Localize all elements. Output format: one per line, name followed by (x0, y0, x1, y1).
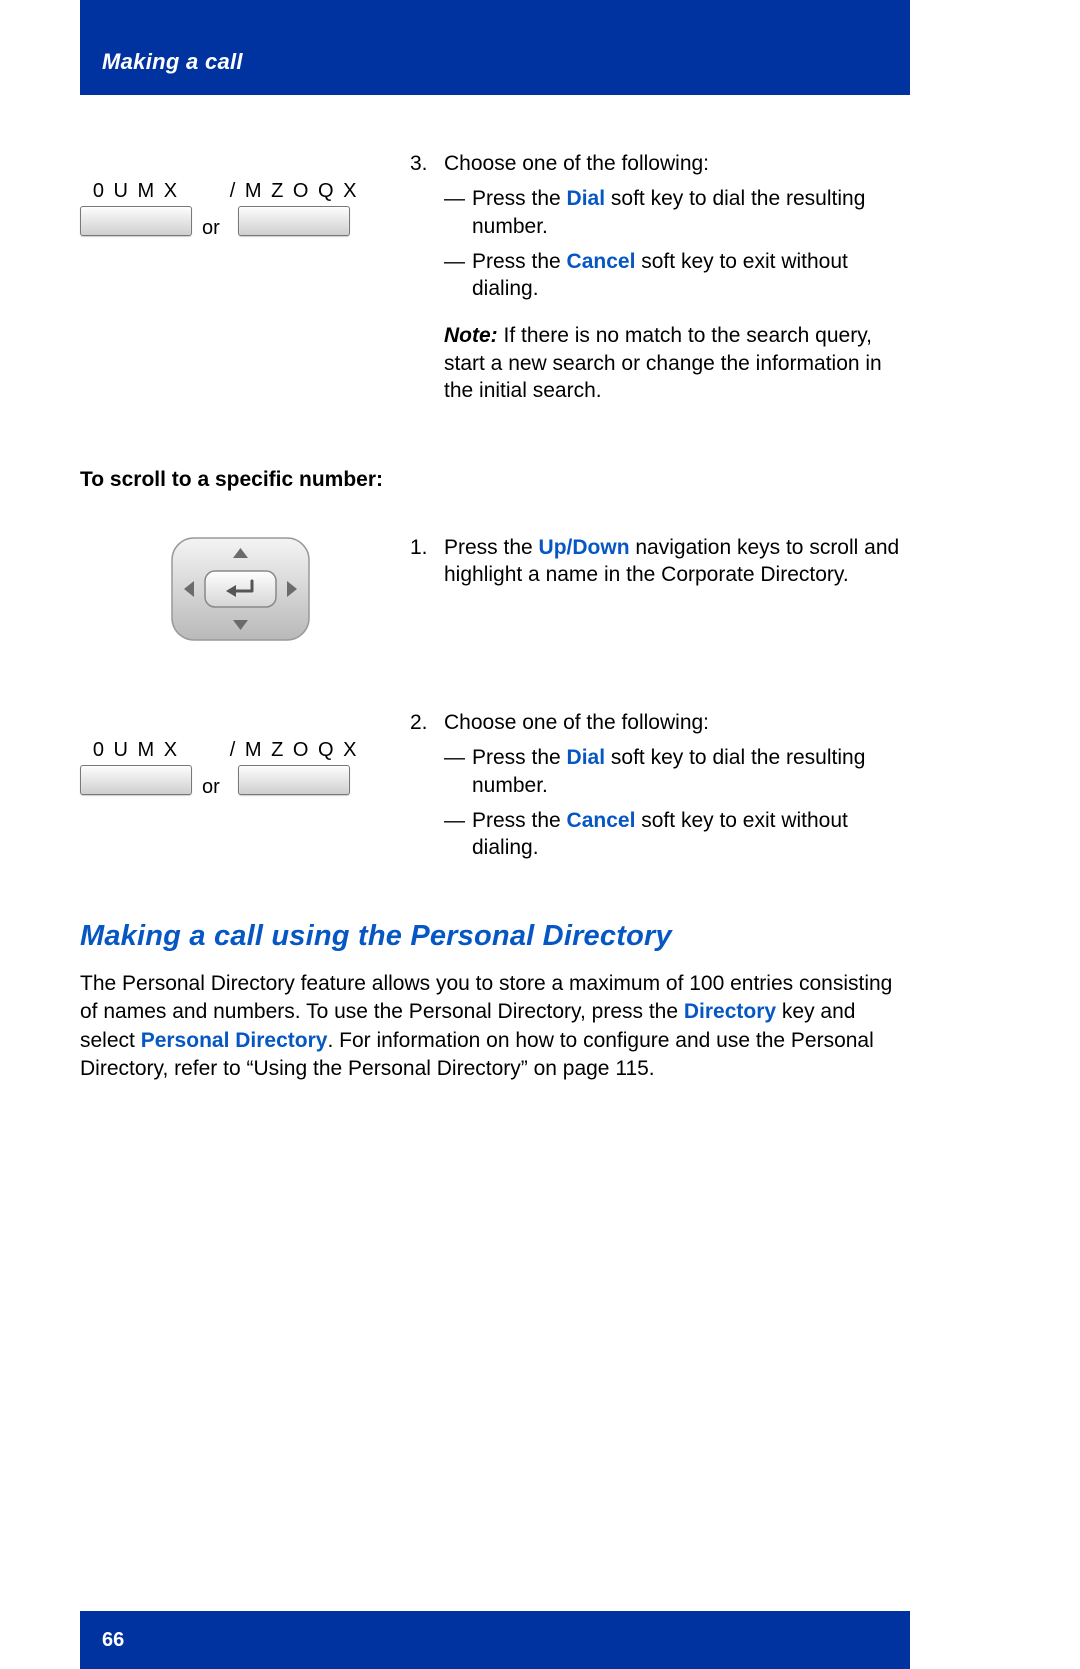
softkeys-illustration: 0 U M X or / M Z O Q X (80, 709, 410, 873)
text: Press the (472, 250, 567, 273)
step-3-row: 0 U M X or / M Z O Q X 3. Choose one of … (80, 150, 910, 416)
softkey-or: or (198, 215, 224, 243)
softkey-left-label: 0 U M X (80, 737, 192, 763)
step-number: 2. (410, 709, 444, 861)
softkey-or: or (198, 774, 224, 802)
text: Press the (444, 536, 539, 559)
personal-directory-term: Personal Directory (141, 1029, 328, 1052)
step-2-row: 0 U M X or / M Z O Q X 2. Choose one of … (80, 709, 910, 873)
sub-item: Press the Cancel soft key to exit withou… (472, 248, 900, 303)
text: Press the (472, 187, 567, 210)
step-1-text: 1. Press the Up/Down navigation keys to … (410, 534, 910, 651)
softkey-right-label: / M Z O Q X (230, 737, 359, 763)
softkey-right: / M Z O Q X (230, 737, 359, 802)
step-3-text: 3. Choose one of the following: — Press … (410, 150, 910, 416)
softkey-right-button-icon (238, 765, 350, 795)
softkey-left: 0 U M X (80, 178, 192, 243)
step-lead: Choose one of the following: (444, 150, 900, 177)
up-term: Up (539, 536, 567, 559)
sub-item: Press the Dial soft key to dial the resu… (472, 744, 900, 799)
directory-term: Directory (684, 1000, 776, 1023)
softkey-right-button-icon (238, 206, 350, 236)
softkey-left-label: 0 U M X (80, 178, 192, 204)
page-header-title: Making a call (102, 48, 243, 77)
cancel-term: Cancel (567, 250, 636, 273)
step-1-row: 1. Press the Up/Down navigation keys to … (80, 534, 910, 651)
header-bar: Making a call (80, 0, 910, 95)
softkeys-illustration: 0 U M X or / M Z O Q X (80, 150, 410, 416)
softkey-right: / M Z O Q X (230, 178, 359, 243)
step-number: 3. (410, 150, 444, 404)
step-number: 1. (410, 534, 444, 589)
step-lead: Choose one of the following: (444, 709, 900, 736)
softkey-right-label: / M Z O Q X (230, 178, 359, 204)
content-area: 0 U M X or / M Z O Q X 3. Choose one of … (80, 125, 910, 1084)
sub-item: Press the Cancel soft key to exit withou… (472, 807, 900, 862)
softkey-left-button-icon (80, 206, 192, 236)
down-term: Down (572, 536, 629, 559)
cancel-term: Cancel (567, 809, 636, 832)
dash: — (444, 248, 472, 303)
note: Note: If there is no match to the search… (444, 322, 900, 404)
navpad-icon (168, 534, 313, 651)
softkey-left-button-icon (80, 765, 192, 795)
sub-item: Press the Dial soft key to dial the resu… (472, 185, 900, 240)
page: Making a call 0 U M X or / M Z O Q X (0, 0, 1080, 1669)
dial-term: Dial (567, 187, 606, 210)
dial-term: Dial (567, 746, 606, 769)
section-label: To scroll to a specific number: (80, 466, 910, 493)
step-body: Press the Up/Down navigation keys to scr… (444, 534, 900, 589)
dash: — (444, 744, 472, 799)
footer-bar: 66 (80, 1611, 910, 1669)
softkey-left: 0 U M X (80, 737, 192, 802)
text: Press the (472, 746, 567, 769)
step-2-text: 2. Choose one of the following: — Press … (410, 709, 910, 873)
note-body: If there is no match to the search query… (444, 324, 882, 402)
page-number: 66 (102, 1627, 124, 1653)
text: Press the (472, 809, 567, 832)
dash: — (444, 185, 472, 240)
dash: — (444, 807, 472, 862)
navpad-illustration (80, 534, 410, 651)
note-lead: Note: (444, 324, 498, 347)
paragraph-personal-directory: The Personal Directory feature allows yo… (80, 970, 910, 1083)
heading-personal-directory: Making a call using the Personal Directo… (80, 918, 910, 956)
